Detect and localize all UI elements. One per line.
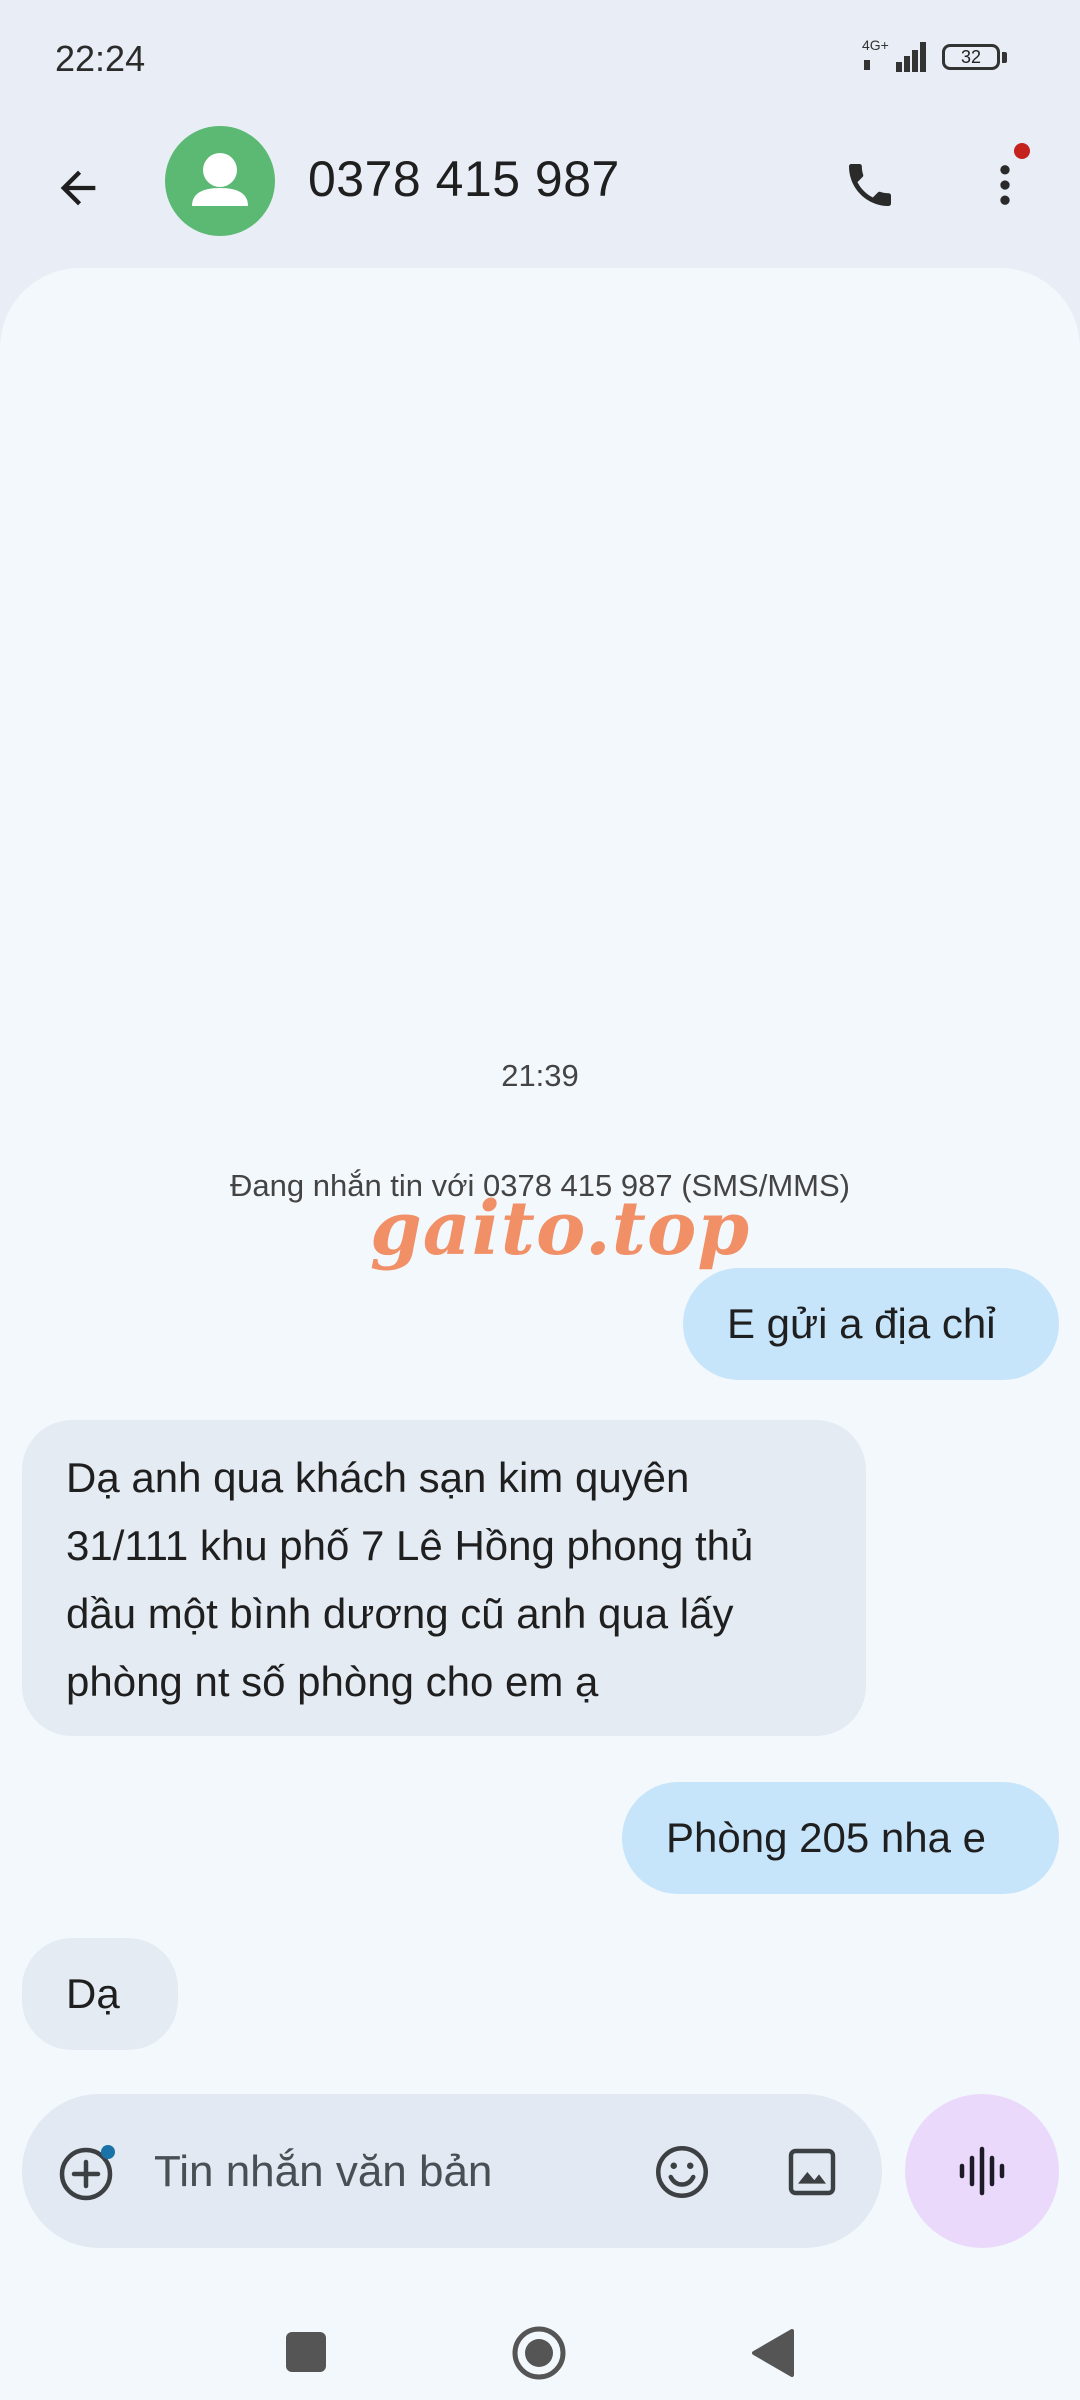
contact-name[interactable]: 0378 415 987 (308, 150, 620, 208)
message-list[interactable]: 21:39 Đang nhắn tin với 0378 415 987 (SM… (0, 268, 1080, 2400)
call-button[interactable] (830, 145, 910, 225)
person-icon (192, 153, 248, 206)
message-timestamp: 21:39 (501, 1058, 579, 1093)
message-input[interactable] (152, 2134, 636, 2210)
emoji-icon (656, 2146, 708, 2198)
recents-button[interactable] (286, 2332, 326, 2372)
system-nav-bar (0, 2280, 1080, 2400)
incoming-message[interactable]: Dạ anh qua khách sạn kim quyên 31/111 kh… (22, 1420, 866, 1736)
image-icon (788, 2148, 836, 2196)
gallery-button[interactable] (772, 2132, 852, 2212)
signal-icon: 4G+ (862, 37, 926, 72)
home-button[interactable] (511, 2325, 567, 2381)
attach-button[interactable] (52, 2136, 124, 2208)
phone-icon (849, 164, 891, 206)
notification-dot (1014, 143, 1030, 159)
watermark: gaito.top (370, 1186, 751, 1272)
add-circle-icon (59, 2145, 115, 2201)
arrow-left-icon (60, 170, 96, 206)
more-vert-icon (1000, 165, 1010, 205)
avatar[interactable] (165, 126, 275, 236)
more-options-button[interactable] (965, 145, 1045, 225)
status-bar: 22:24 4G+ 32 (0, 0, 1080, 120)
waveform-icon (959, 2146, 1005, 2196)
nav-back-button[interactable] (750, 2328, 796, 2378)
emoji-button[interactable] (642, 2132, 722, 2212)
outgoing-message[interactable]: E gửi a địa chỉ (683, 1268, 1059, 1380)
battery-level: 32 (942, 44, 1000, 70)
voice-message-button[interactable] (905, 2094, 1059, 2248)
network-type: 4G+ (862, 37, 889, 53)
status-time: 22:24 (55, 38, 146, 79)
incoming-message[interactable]: Dạ (22, 1938, 178, 2050)
back-button[interactable] (40, 150, 116, 226)
compose-bar (22, 2094, 882, 2248)
conversation-header: 0378 415 987 (0, 120, 1080, 270)
outgoing-message[interactable]: Phòng 205 nha e (622, 1782, 1059, 1894)
battery-icon: 32 (942, 44, 1008, 74)
